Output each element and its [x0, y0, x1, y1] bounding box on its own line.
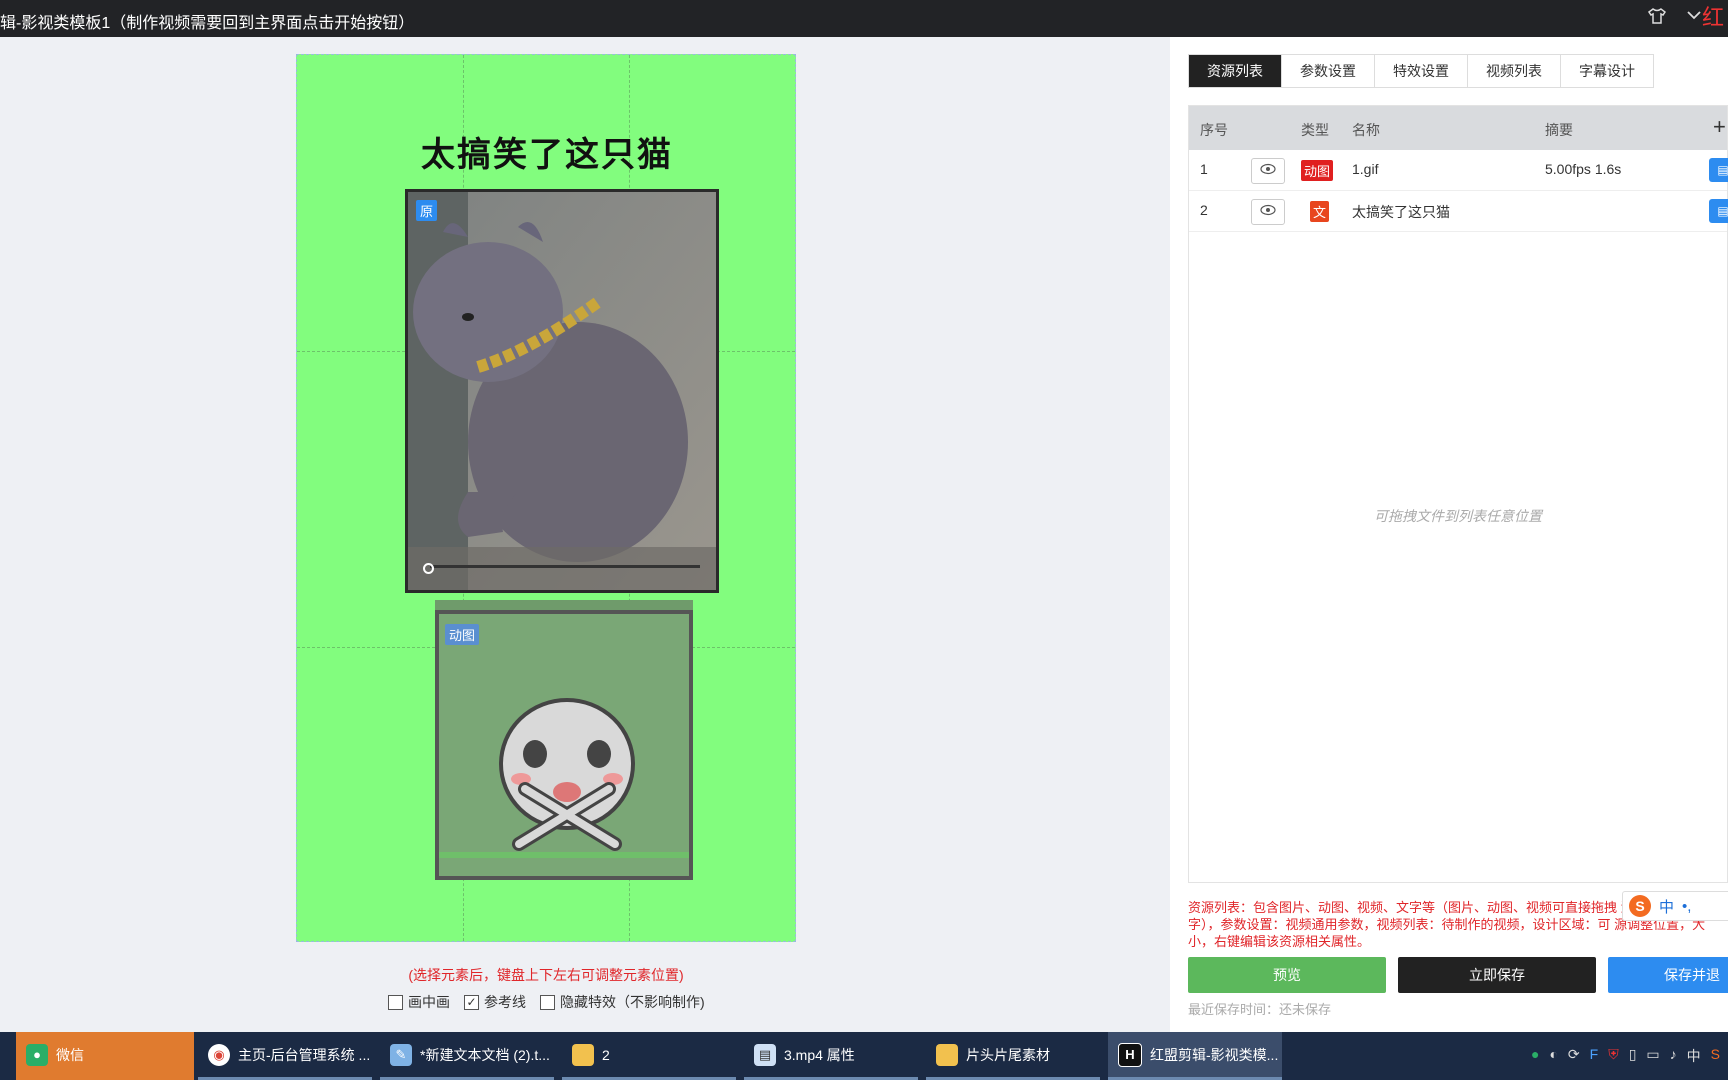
taskbar-label: 微信	[56, 1046, 84, 1063]
resource-table: 序号 类型 名称 摘要 + 1 动图 1.gif 5.00fps 1.6s ▤ …	[1188, 105, 1728, 883]
cat-image	[408, 192, 716, 590]
taskbar-item-folder-2[interactable]: 2	[562, 1032, 736, 1080]
guides-checkbox[interactable]: ✓	[464, 994, 479, 1010]
type-tag: 文	[1310, 201, 1330, 222]
tab-video-list[interactable]: 视频列表	[1468, 55, 1561, 87]
tab-effects[interactable]: 特效设置	[1375, 55, 1468, 87]
original-badge: 原	[416, 200, 438, 221]
tray-lang[interactable]: 中	[1687, 1046, 1701, 1066]
file-icon: ▤	[754, 1043, 776, 1066]
taskbar-item-app[interactable]: H 红盟剪辑-影视类模...	[1108, 1032, 1282, 1080]
row-summary: 5.00fps 1.6s	[1545, 161, 1622, 177]
copy-icon[interactable]: ▤	[1709, 199, 1728, 223]
brand-corner: 红	[1702, 5, 1725, 30]
volume-icon[interactable]: ♪	[1670, 1046, 1677, 1066]
last-save-time: 最近保存时间：还未保存	[1188, 1002, 1332, 1017]
system-tray: ● ◐ ⟳ F ⛨ ▯ ▭ ♪ 中 S	[1531, 1046, 1720, 1066]
resource-panel: 资源列表 参数设置 特效设置 视频列表 字幕设计 序号 类型 名称 摘要 + 1…	[1170, 37, 1728, 1032]
sogou-tray-icon[interactable]: S	[1711, 1046, 1720, 1066]
shield-icon[interactable]: ⛨	[1608, 1046, 1619, 1066]
row-index: 1	[1200, 161, 1208, 177]
eye-icon[interactable]	[1251, 158, 1285, 184]
taskbar-label: 主页-后台管理系统 ...	[238, 1046, 371, 1063]
design-area: 太搞笑了这只猫 原 动图 (选择元素后，键盘上下左右可调整元素位置) 画中画 ✓…	[0, 37, 1170, 1032]
eye-icon[interactable]	[1251, 199, 1285, 225]
cat-gif-element[interactable]: 原	[405, 189, 719, 593]
hide-effects-option[interactable]: 隐藏特效（不影响制作)	[540, 992, 705, 1012]
window-title: 辑-影视类模板1（制作视频需要回到主界面点击开始按钮）	[0, 15, 415, 32]
skin-icon[interactable]	[1647, 8, 1667, 29]
ime-lang[interactable]: 中	[1659, 896, 1674, 917]
tab-parameters[interactable]: 参数设置	[1282, 55, 1375, 87]
display-icon[interactable]: ▭	[1646, 1046, 1659, 1066]
network-icon[interactable]: ◐	[1549, 1046, 1557, 1066]
design-canvas[interactable]: 太搞笑了这只猫 原 动图	[296, 54, 796, 942]
col-summary: 摘要	[1545, 122, 1573, 138]
drag-drop-hint: 可拖拽文件到列表任意位置	[1374, 508, 1542, 524]
sogou-icon[interactable]: S	[1629, 895, 1651, 917]
row-name: 1.gif	[1352, 161, 1379, 177]
table-header: 序号 类型 名称 摘要 +	[1189, 106, 1727, 150]
app-icon: H	[1118, 1042, 1142, 1067]
pip-checkbox[interactable]	[388, 994, 403, 1010]
keyboard-hint: (选择元素后，键盘上下左右可调整元素位置)	[408, 967, 684, 983]
notepad-icon: ✎	[390, 1043, 412, 1066]
canvas-title-text[interactable]: 太搞笑了这只猫	[297, 127, 795, 176]
panel-tabs: 资源列表 参数设置 特效设置 视频列表 字幕设计	[1188, 54, 1654, 88]
row-index: 2	[1200, 202, 1208, 218]
tab-subtitles[interactable]: 字幕设计	[1561, 55, 1653, 87]
preview-button[interactable]: 预览	[1188, 957, 1386, 993]
taskbar-label: 2	[602, 1046, 610, 1063]
wechat-tray-icon[interactable]: ●	[1531, 1046, 1539, 1066]
canvas-options: 画中画 ✓ 参考线 隐藏特效（不影响制作)	[388, 992, 705, 1012]
hide-effects-label: 隐藏特效（不影响制作)	[560, 994, 705, 1010]
progress-track[interactable]	[430, 565, 700, 568]
chevron-down-icon[interactable]	[1686, 8, 1702, 26]
taskbar-item-folder-intro[interactable]: 片头片尾素材	[926, 1032, 1100, 1080]
guides-label: 参考线	[484, 994, 526, 1010]
col-index: 序号	[1200, 122, 1228, 138]
taskbar-item-wechat[interactable]: ● 微信	[16, 1032, 194, 1080]
pip-label: 画中画	[408, 994, 450, 1010]
table-row[interactable]: 1 动图 1.gif 5.00fps 1.6s ▤	[1189, 150, 1728, 191]
taskbar-label: 3.mp4 属性	[784, 1046, 855, 1063]
taskbar-label: *新建文本文档 (2).t...	[420, 1046, 550, 1063]
save-now-button[interactable]: 立即保存	[1398, 957, 1596, 993]
taskbar-item-properties[interactable]: ▤ 3.mp4 属性	[744, 1032, 918, 1080]
title-bar: 辑-影视类模板1（制作视频需要回到主界面点击开始按钮） 红	[0, 0, 1728, 37]
sticker-gif-element[interactable]: 动图	[435, 600, 693, 880]
taskbar-label: 红盟剪辑-影视类模...	[1150, 1046, 1279, 1063]
add-resource-button[interactable]: +	[1713, 114, 1726, 140]
taskbar: ● 微信 ◉ 主页-后台管理系统 ... ✎ *新建文本文档 (2).t... …	[0, 1032, 1728, 1080]
save-exit-button[interactable]: 保存并退	[1608, 957, 1728, 993]
folder-icon	[936, 1043, 958, 1066]
wechat-icon: ●	[26, 1043, 48, 1066]
tab-resources[interactable]: 资源列表	[1189, 55, 1282, 87]
taskbar-label: 片头片尾素材	[966, 1046, 1050, 1063]
copy-icon[interactable]: ▤	[1709, 158, 1728, 182]
ime-punct[interactable]: •,	[1682, 898, 1691, 915]
sticker-top-edge	[435, 600, 693, 610]
sync-icon[interactable]: ⟳	[1568, 1046, 1580, 1066]
chrome-icon: ◉	[208, 1043, 230, 1066]
taskbar-item-notepad[interactable]: ✎ *新建文本文档 (2).t...	[380, 1032, 554, 1080]
row-name: 太搞笑了这只猫	[1352, 204, 1450, 220]
usb-icon[interactable]: ▯	[1629, 1046, 1637, 1066]
taskbar-item-chrome[interactable]: ◉ 主页-后台管理系统 ...	[198, 1032, 372, 1080]
folder-icon	[572, 1043, 594, 1066]
table-row[interactable]: 2 文 太搞笑了这只猫 ▤	[1189, 191, 1728, 232]
col-name: 名称	[1352, 122, 1380, 138]
col-type: 类型	[1301, 122, 1329, 138]
sticker-image	[439, 698, 689, 858]
f-icon[interactable]: F	[1590, 1046, 1599, 1066]
pip-option[interactable]: 画中画	[388, 992, 450, 1012]
type-tag: 动图	[1301, 160, 1334, 181]
progress-knob[interactable]	[423, 563, 434, 574]
ime-toolbar[interactable]: S 中 •,	[1622, 891, 1728, 921]
guides-option[interactable]: ✓ 参考线	[464, 992, 526, 1012]
hide-effects-checkbox[interactable]	[540, 994, 555, 1010]
gif-badge: 动图	[445, 624, 480, 645]
